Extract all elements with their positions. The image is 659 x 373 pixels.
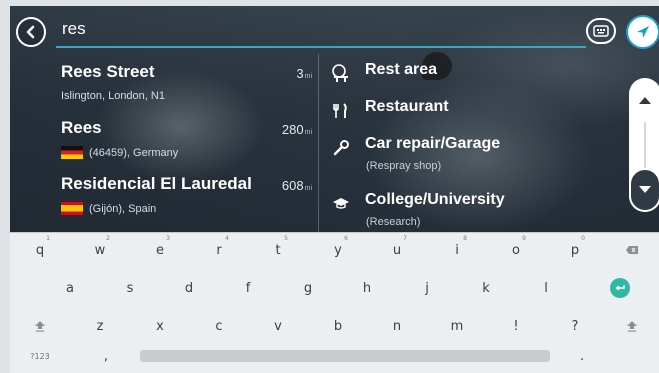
- category-label: Rest area: [365, 61, 438, 78]
- result-name: Rees Street: [61, 62, 155, 81]
- shift-key-left[interactable]: [14, 310, 66, 342]
- key-l[interactable]: l: [520, 272, 572, 304]
- key-q[interactable]: q1: [14, 234, 66, 266]
- category-restaurant[interactable]: Restaurant: [322, 91, 622, 128]
- key-exclamation[interactable]: !: [490, 310, 542, 342]
- key-e[interactable]: e3: [134, 234, 186, 266]
- chevron-down-icon: [639, 186, 651, 193]
- category-rest-area[interactable]: Rest area: [322, 54, 622, 91]
- search-screen: res Rees Street 3mi Islington, London, N…: [10, 6, 659, 232]
- keyboard-icon: [593, 25, 609, 37]
- scroll-down-button[interactable]: [629, 168, 659, 212]
- search-results-list: Rees Street 3mi Islington, London, N1 Re…: [10, 58, 318, 226]
- key-h[interactable]: h: [341, 272, 393, 304]
- category-college[interactable]: College/University (Research): [322, 184, 622, 232]
- search-result[interactable]: Rees Street 3mi Islington, London, N1: [10, 58, 318, 114]
- search-result[interactable]: Rees 280mi (46459), Germany: [10, 114, 318, 170]
- rest-area-icon: [330, 63, 352, 85]
- chevron-up-icon: [639, 97, 651, 104]
- result-name: Rees: [61, 118, 102, 137]
- category-note: (Research): [366, 216, 421, 228]
- current-location-button[interactable]: [626, 15, 659, 49]
- search-underline: [56, 46, 586, 48]
- symbols-key[interactable]: ?123: [14, 344, 66, 368]
- result-name: Residencial El Lauredal: [61, 174, 252, 193]
- category-car-repair[interactable]: Car repair/Garage (Respray shop): [322, 128, 622, 184]
- navigation-arrow-icon: [637, 26, 649, 38]
- key-a[interactable]: a: [44, 272, 96, 304]
- result-detail: Islington, London, N1: [61, 90, 165, 102]
- key-m[interactable]: m: [431, 310, 483, 342]
- search-result[interactable]: Residencial El Lauredal 608mi (Gijón), S…: [10, 170, 318, 226]
- backspace-key[interactable]: [606, 234, 658, 266]
- key-z[interactable]: z: [74, 310, 126, 342]
- scroll-track[interactable]: [644, 122, 646, 168]
- key-y[interactable]: y6: [312, 234, 364, 266]
- wrench-icon: [330, 137, 352, 159]
- result-detail: (46459), Germany: [61, 146, 178, 159]
- key-x[interactable]: x: [134, 310, 186, 342]
- category-list: Rest area Restaurant Car repair/Garage (…: [322, 54, 622, 232]
- category-label: College/University: [365, 191, 505, 208]
- key-w[interactable]: w2: [74, 234, 126, 266]
- key-d[interactable]: d: [163, 272, 215, 304]
- category-label: Restaurant: [365, 98, 449, 115]
- back-button[interactable]: [16, 17, 46, 47]
- search-input[interactable]: res: [62, 19, 86, 39]
- shift-key-right[interactable]: [606, 310, 658, 342]
- key-b[interactable]: b: [312, 310, 364, 342]
- key-v[interactable]: v: [252, 310, 304, 342]
- key-f[interactable]: f: [222, 272, 274, 304]
- key-n[interactable]: n: [371, 310, 423, 342]
- germany-flag-icon: [61, 146, 83, 159]
- result-distance: 608mi: [281, 178, 312, 193]
- key-r[interactable]: r4: [193, 234, 245, 266]
- shift-icon: [35, 321, 45, 332]
- category-label: Car repair/Garage: [365, 135, 501, 152]
- key-g[interactable]: g: [282, 272, 334, 304]
- enter-key[interactable]: [594, 272, 646, 304]
- category-note: (Respray shop): [366, 160, 442, 172]
- key-s[interactable]: s: [104, 272, 156, 304]
- back-arrow-icon: [26, 25, 35, 39]
- key-question[interactable]: ?: [549, 310, 601, 342]
- key-c[interactable]: c: [193, 310, 245, 342]
- graduation-cap-icon: [330, 193, 352, 215]
- scroll-control: [629, 78, 659, 212]
- spain-flag-icon: [61, 202, 83, 215]
- shift-icon: [627, 321, 637, 332]
- backspace-icon: [626, 246, 638, 254]
- keyboard-top-border: [10, 232, 659, 233]
- on-screen-keyboard: q1 w2 e3 r4 t5 y6 u7 i8 o9 p0 a s d f g …: [10, 232, 659, 373]
- key-o[interactable]: o9: [490, 234, 542, 266]
- column-divider: [318, 54, 319, 232]
- result-detail: (Gijón), Spain: [61, 202, 156, 215]
- key-t[interactable]: t5: [252, 234, 304, 266]
- key-p[interactable]: p0: [549, 234, 601, 266]
- result-distance: 3mi: [296, 66, 312, 81]
- restaurant-icon: [330, 100, 352, 122]
- scroll-up-button[interactable]: [629, 78, 659, 122]
- result-distance: 280mi: [281, 122, 312, 137]
- enter-icon: [610, 278, 630, 298]
- key-k[interactable]: k: [460, 272, 512, 304]
- key-j[interactable]: j: [401, 272, 453, 304]
- comma-key[interactable]: ,: [80, 344, 132, 368]
- spacebar[interactable]: [140, 350, 550, 362]
- key-i[interactable]: i8: [431, 234, 483, 266]
- period-key[interactable]: .: [556, 344, 608, 368]
- keyboard-toggle-button[interactable]: [586, 18, 616, 44]
- key-u[interactable]: u7: [371, 234, 423, 266]
